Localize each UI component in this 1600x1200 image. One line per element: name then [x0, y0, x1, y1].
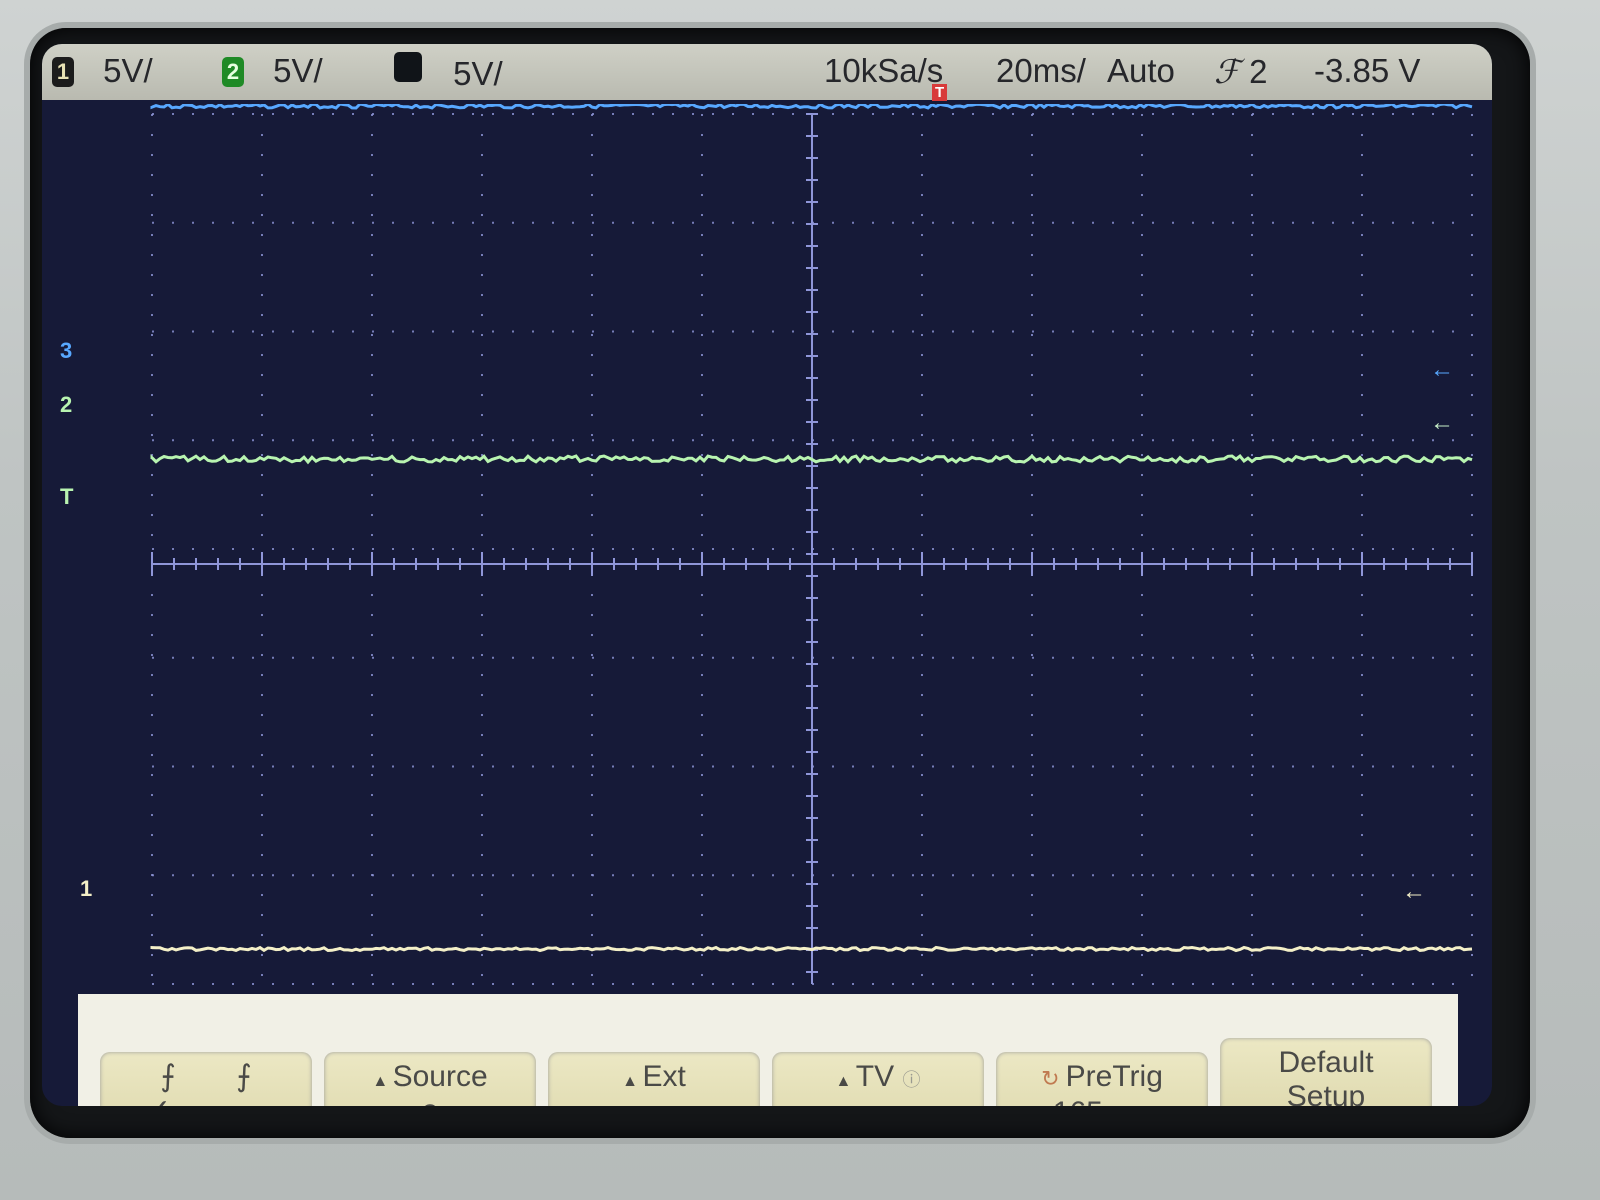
channel-1-scale[interactable]: 1 5V/ — [52, 52, 153, 90]
channel-3-scale-value: 5V/ — [453, 55, 503, 92]
timebase[interactable]: 20ms/ — [996, 52, 1086, 90]
channel-2-badge: 2 — [222, 57, 244, 87]
trigger-source-value: 2 — [1249, 53, 1268, 90]
trigger-mode[interactable]: Auto — [1107, 52, 1175, 90]
trigger-level-marker[interactable]: T — [60, 484, 73, 510]
ext-arrow-icon: ▲ — [622, 1073, 643, 1090]
rising-edge-icon: ⨍ — [160, 1060, 176, 1093]
channel-3-badge — [394, 52, 422, 82]
sample-rate: 10kSa/s — [824, 52, 944, 89]
channel-3-offset-arrow-icon: ← — [1430, 356, 1454, 383]
channel-3-scale[interactable]: 5V/ — [394, 52, 503, 93]
default-setup-softkey[interactable]: Default Setup — [1220, 1038, 1432, 1106]
tv-softkey[interactable]: ▲ TV ⓘ — [772, 1052, 984, 1106]
oscilloscope-screen: 1 5V/ 2 5V/ 5V/ 10kSa/s 20ms/ Auto ℱ 2 -… — [42, 44, 1492, 1106]
pretrig-value: 165 ms — [996, 1096, 1208, 1106]
channel-3-trace — [150, 104, 1473, 110]
source-label: Source — [392, 1060, 488, 1093]
tv-arrow-icon: ▲ — [835, 1073, 856, 1090]
source-arrow-icon: ▲ — [372, 1073, 393, 1090]
slope-check-icon: ✓ — [100, 1094, 312, 1106]
channel-2-scale-value: 5V/ — [273, 52, 323, 89]
channel-1-offset-arrow-icon: ← — [1402, 878, 1426, 905]
source-value: 2 — [324, 1099, 536, 1106]
trigger-level[interactable]: -3.85 V — [1314, 52, 1420, 90]
softkey-bar: ⨍ ⨍ ✓ ▲ Source 2 ▲ Ext ▲ TV ⓘ ↻ PreTrig … — [78, 994, 1458, 1106]
waveform-plot — [150, 104, 1473, 985]
trigger-source[interactable]: ℱ 2 — [1214, 52, 1267, 91]
channel-3-ground-marker[interactable]: 3 — [60, 338, 72, 364]
info-icon: ⓘ — [902, 1070, 921, 1090]
status-bar: 1 5V/ 2 5V/ 5V/ 10kSa/s 20ms/ Auto ℱ 2 -… — [42, 44, 1492, 100]
source-softkey[interactable]: ▲ Source 2 — [324, 1052, 536, 1106]
channel-1-ground-marker[interactable]: 1 — [80, 876, 92, 902]
graticule — [151, 113, 1473, 985]
channel-2-offset-arrow-icon: ← — [1430, 409, 1454, 436]
ext-softkey[interactable]: ▲ Ext — [548, 1052, 760, 1106]
pretrig-label: PreTrig — [1065, 1060, 1163, 1093]
tv-label: TV — [855, 1060, 895, 1093]
channel-2-scale[interactable]: 2 5V/ — [222, 52, 323, 90]
channel-1-scale-value: 5V/ — [103, 52, 153, 89]
channel-1-badge: 1 — [52, 57, 74, 87]
ext-label: Ext — [642, 1060, 686, 1093]
default-setup-line1: Default — [1278, 1046, 1374, 1079]
trigger-edge-icon: ℱ — [1214, 53, 1240, 90]
pretrig-softkey[interactable]: ↻ PreTrig 165 ms — [996, 1052, 1208, 1106]
slope-softkey[interactable]: ⨍ ⨍ ✓ — [100, 1052, 312, 1106]
falling-edge-icon: ⨍ — [236, 1060, 252, 1093]
channel-2-ground-marker[interactable]: 2 — [60, 392, 72, 418]
trigger-position-marker: T — [932, 84, 948, 101]
default-setup-line2: Setup — [1286, 1080, 1366, 1106]
rotate-knob-icon: ↻ — [1041, 1066, 1066, 1091]
